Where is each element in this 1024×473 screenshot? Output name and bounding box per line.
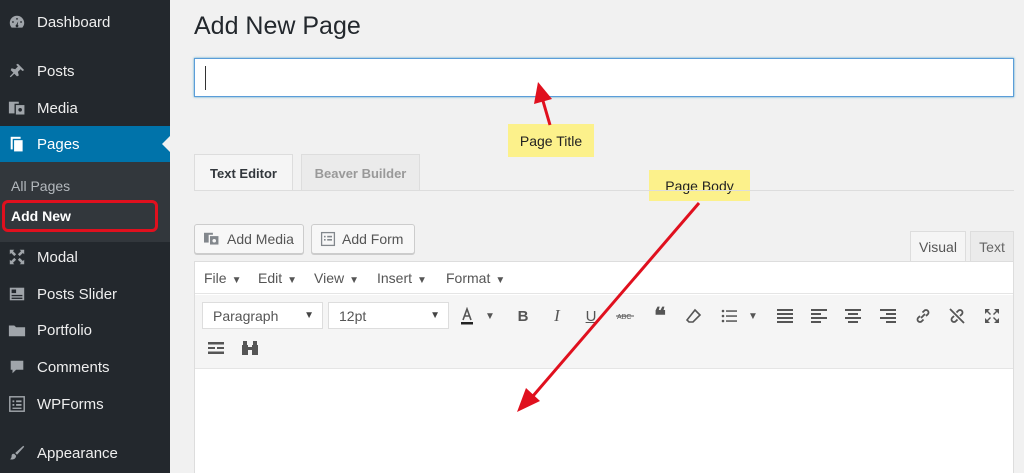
chevron-down-icon: ▼ (287, 275, 298, 286)
page-title-input[interactable] (194, 58, 1014, 97)
move-icon (7, 247, 27, 267)
add-media-button[interactable]: Add Media (194, 224, 304, 254)
menu-format[interactable]: Format ▼ (446, 270, 505, 286)
underline-icon[interactable]: U (579, 304, 603, 328)
add-media-label: Add Media (227, 231, 294, 247)
form-icon (7, 394, 27, 414)
font-size-select[interactable]: 12pt ▼ (328, 302, 449, 329)
add-form-button[interactable]: Add Form (311, 224, 415, 254)
fullscreen-icon[interactable] (980, 304, 1004, 328)
strikethrough-icon[interactable]: ABC (613, 304, 637, 328)
sidebar-item-label: Pages (37, 135, 80, 153)
font-size-value: 12pt (339, 307, 367, 324)
sidebar-item-comments[interactable]: Comments (0, 349, 170, 385)
tab-text[interactable]: Text (970, 231, 1014, 262)
tab-beaver-builder[interactable]: Beaver Builder (301, 154, 420, 191)
paragraph-format-value: Paragraph (213, 307, 279, 324)
justify-icon[interactable] (773, 304, 797, 328)
media-icon (203, 231, 221, 247)
admin-sidebar: Dashboard Posts Media Pages All Pages Ad… (0, 0, 170, 473)
align-right-icon[interactable] (876, 304, 900, 328)
italic-icon[interactable]: I (545, 304, 569, 328)
paragraph-format-select[interactable]: Paragraph ▼ (202, 302, 323, 329)
sidebar-item-portfolio[interactable]: Portfolio (0, 312, 170, 348)
pin-icon (7, 61, 27, 81)
sidebar-item-label: Posts Slider (37, 285, 118, 303)
menu-insert[interactable]: Insert ▼ (377, 270, 427, 286)
sidebar-item-posts-slider[interactable]: Posts Slider (0, 276, 170, 312)
unlink-icon[interactable] (945, 304, 969, 328)
menu-insert-label: Insert (377, 270, 413, 286)
menu-view-label: View (314, 270, 345, 286)
form-icon (320, 231, 336, 247)
align-left-icon[interactable] (807, 304, 831, 328)
sidebar-item-label: Posts (37, 62, 75, 80)
chevron-down-icon: ▼ (349, 275, 359, 286)
pages-icon (7, 134, 27, 154)
folder-icon (7, 320, 27, 340)
comment-icon (7, 357, 27, 377)
dashboard-icon (7, 12, 27, 32)
chevron-down-icon: ▼ (231, 275, 242, 286)
menu-format-label: Format (446, 270, 491, 286)
sidebar-item-label: WPForms (37, 395, 104, 413)
text-cursor (205, 66, 206, 90)
svg-text:ABC: ABC (617, 314, 631, 321)
link-icon[interactable] (911, 304, 935, 328)
sidebar-item-label: Comments (37, 358, 110, 376)
menu-file[interactable]: File ▼ (204, 270, 241, 286)
toolbar-toggle-icon[interactable] (204, 336, 228, 360)
menu-edit[interactable]: Edit ▼ (258, 270, 297, 286)
chevron-down-icon: ▼ (417, 275, 427, 286)
text-color-button[interactable] (455, 304, 479, 328)
tab-text-editor[interactable]: Text Editor (194, 154, 293, 191)
sidebar-item-modal[interactable]: Modal (0, 239, 170, 275)
bold-icon[interactable]: B (511, 304, 535, 328)
page-title-callout: Page Title (508, 124, 594, 157)
text-color-icon (459, 307, 475, 325)
sidebar-item-label: Media (37, 99, 78, 117)
chevron-down-icon[interactable]: ▼ (741, 304, 765, 328)
brush-icon (7, 443, 27, 463)
menu-view[interactable]: View ▼ (314, 270, 359, 286)
page-body-callout: Page Body (649, 170, 750, 201)
bullet-list-icon[interactable] (717, 304, 741, 328)
slider-icon (7, 284, 27, 304)
sidebar-item-pages[interactable]: Pages (0, 126, 170, 162)
editor-menubar: File ▼ Edit ▼ View ▼ Insert ▼ Format ▼ (195, 262, 1013, 294)
chevron-down-icon: ▼ (430, 310, 440, 321)
sidebar-item-wpforms[interactable]: WPForms (0, 386, 170, 422)
tab-divider (194, 190, 1014, 191)
page-body-editor: File ▼ Edit ▼ View ▼ Insert ▼ Format ▼ Paragr… (194, 261, 1014, 473)
sidebar-item-label: Portfolio (37, 321, 93, 339)
page-title: Add New Page (194, 12, 361, 40)
align-center-icon[interactable] (841, 304, 865, 328)
tab-visual[interactable]: Visual (910, 231, 966, 262)
submenu-all-pages[interactable]: All Pages (11, 178, 70, 194)
binoculars-icon[interactable] (238, 336, 262, 360)
add-new-highlight (2, 200, 158, 232)
active-indicator (162, 136, 170, 152)
page-body-content[interactable] (195, 370, 1013, 473)
add-form-label: Add Form (342, 231, 404, 247)
sidebar-item-dashboard[interactable]: Dashboard (0, 4, 170, 40)
sidebar-item-appearance[interactable]: Appearance (0, 435, 170, 471)
blockquote-icon[interactable]: ❝ (648, 303, 672, 328)
sidebar-item-posts[interactable]: Posts (0, 53, 170, 89)
chevron-down-icon: ▼ (495, 275, 506, 286)
media-icon (7, 98, 27, 118)
menu-file-label: File (204, 270, 227, 286)
sidebar-item-media[interactable]: Media (0, 90, 170, 126)
eraser-icon[interactable] (682, 304, 706, 328)
editor-toolbar: Paragraph ▼ 12pt ▼ ▼ B I U ABC ❝ ▼ (195, 295, 1013, 369)
sidebar-item-label: Modal (37, 248, 78, 266)
chevron-down-icon: ▼ (304, 310, 314, 321)
menu-edit-label: Edit (258, 270, 283, 286)
chevron-down-icon[interactable]: ▼ (478, 304, 502, 328)
sidebar-item-label: Dashboard (37, 13, 111, 31)
sidebar-item-label: Appearance (37, 444, 118, 462)
